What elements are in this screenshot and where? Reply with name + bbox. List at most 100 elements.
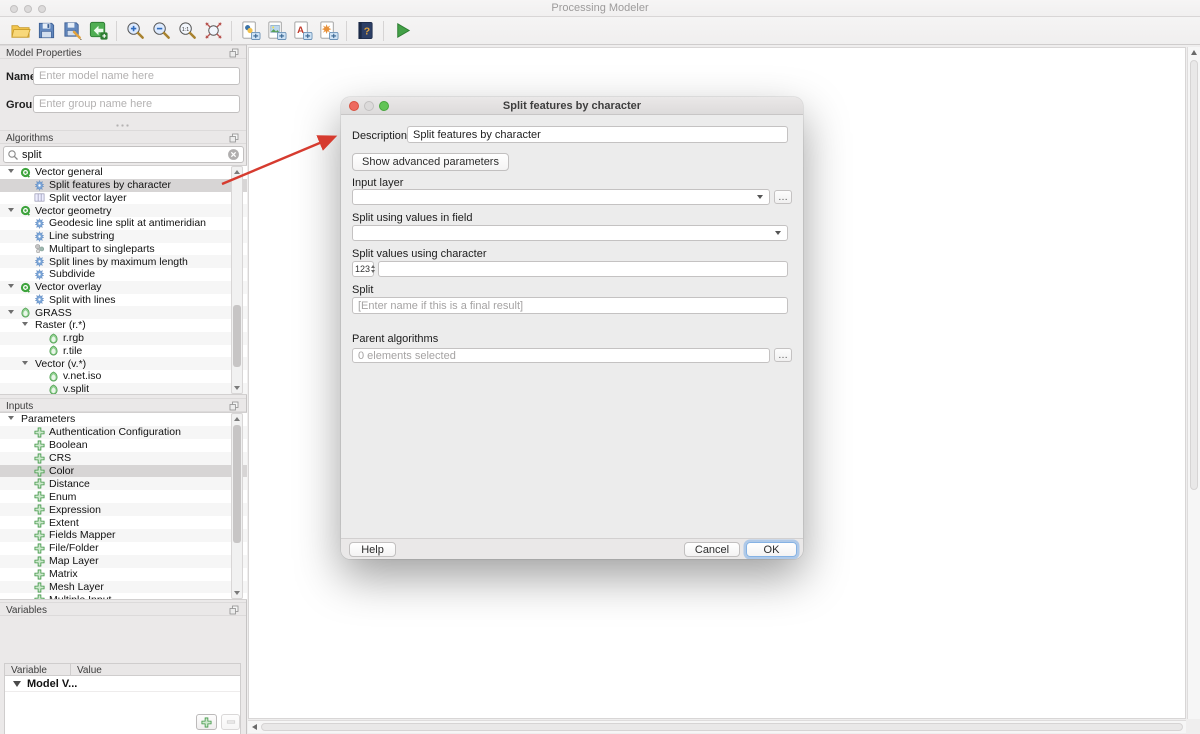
tree-item-matrix[interactable]: Matrix — [0, 568, 247, 581]
edit-model-help-button[interactable]: ? — [352, 18, 378, 44]
save-model-button[interactable] — [33, 18, 59, 44]
float-panel-icon[interactable] — [229, 401, 239, 411]
tree-item-vector-geometry[interactable]: Vector geometry — [0, 204, 247, 217]
toolbar-separator — [116, 21, 117, 41]
scrollbar-thumb[interactable] — [233, 425, 241, 543]
scroll-up-icon[interactable] — [1191, 50, 1197, 55]
algorithms-scrollbar[interactable] — [231, 166, 243, 394]
float-panel-icon[interactable] — [229, 48, 239, 58]
zoom-full-button[interactable] — [200, 18, 226, 44]
scroll-up-icon[interactable] — [232, 414, 242, 424]
canvas-horizontal-scrollbar[interactable] — [248, 720, 1186, 733]
tree-item-vector-v-[interactable]: Vector (v.*) — [0, 357, 247, 370]
tree-item-r-rgb[interactable]: r.rgb — [0, 332, 247, 345]
chevron-down-icon[interactable] — [5, 206, 18, 216]
tree-item-distance[interactable]: Distance — [0, 477, 247, 490]
tree-item-r-tile[interactable]: r.tile — [0, 345, 247, 358]
scroll-down-icon[interactable] — [232, 383, 242, 393]
algorithms-tree: Vector generalSplit features by characte… — [0, 165, 247, 395]
tree-item-v-split[interactable]: v.split — [0, 383, 247, 395]
zoom-out-button[interactable] — [148, 18, 174, 44]
tree-item-multiple-input[interactable]: Multiple Input — [0, 593, 247, 600]
input-layer-browse-button[interactable]: … — [774, 190, 792, 204]
tree-item-enum[interactable]: Enum — [0, 490, 247, 503]
chevron-down-icon[interactable] — [19, 359, 32, 369]
tree-item-fields-mapper[interactable]: Fields Mapper — [0, 529, 247, 542]
tree-item-split-lines-by-maximum-length[interactable]: Split lines by maximum length — [0, 255, 247, 268]
canvas-vertical-scrollbar[interactable] — [1187, 47, 1200, 719]
save-model-in-project-button[interactable] — [85, 18, 111, 44]
save-model-as-button[interactable] — [59, 18, 85, 44]
help-button[interactable]: Help — [349, 542, 396, 557]
search-input[interactable] — [22, 149, 227, 161]
float-panel-icon[interactable] — [229, 605, 239, 615]
export-as-svg-button[interactable] — [315, 18, 341, 44]
scroll-down-icon[interactable] — [232, 588, 242, 598]
tree-item-split-with-lines[interactable]: Split with lines — [0, 294, 247, 307]
model-name-input[interactable] — [33, 67, 240, 85]
panel-resize-handle[interactable] — [115, 124, 131, 127]
model-group-input[interactable] — [33, 95, 240, 113]
chevron-down-icon[interactable] — [13, 681, 21, 687]
split-field-combobox[interactable] — [352, 225, 788, 241]
export-as-pdf-button[interactable]: A — [289, 18, 315, 44]
inputs-scrollbar[interactable] — [231, 413, 243, 599]
float-panel-icon[interactable] — [229, 133, 239, 143]
tree-item-vector-overlay[interactable]: Vector overlay — [0, 281, 247, 294]
scrollbar-thumb[interactable] — [233, 305, 241, 367]
tree-item-geodesic-line-split-at-antimeridian[interactable]: Geodesic line split at antimeridian — [0, 217, 247, 230]
tree-item-label: Matrix — [46, 568, 78, 580]
zoom-in-button[interactable] — [122, 18, 148, 44]
open-folder-icon — [10, 20, 31, 41]
tree-item-grass[interactable]: GRASS — [0, 306, 247, 319]
export-as-image-button[interactable] — [263, 18, 289, 44]
tree-item-expression[interactable]: Expression — [0, 503, 247, 516]
split-output-input[interactable] — [352, 297, 788, 314]
run-model-button[interactable] — [389, 18, 415, 44]
model-variables-row[interactable]: Model V... — [5, 676, 240, 692]
ok-button[interactable]: OK — [746, 542, 797, 557]
show-advanced-parameters-button[interactable]: Show advanced parameters — [352, 153, 509, 171]
input-layer-combobox[interactable] — [352, 189, 770, 205]
remove-variable-button[interactable] — [221, 714, 240, 730]
zoom-actual-size-button[interactable]: 1:1 — [174, 18, 200, 44]
description-input[interactable] — [407, 126, 788, 143]
chevron-down-icon[interactable] — [19, 320, 32, 330]
tree-item-color[interactable]: Color — [0, 465, 247, 478]
scrollbar-thumb[interactable] — [261, 723, 1183, 731]
tree-item-mesh-layer[interactable]: Mesh Layer — [0, 581, 247, 594]
chevron-down-icon[interactable] — [5, 167, 18, 177]
chevron-down-icon[interactable] — [5, 282, 18, 292]
clear-search-icon[interactable] — [227, 148, 240, 161]
tree-item-v-net-iso[interactable]: v.net.iso — [0, 370, 247, 383]
tree-item-file-folder[interactable]: File/Folder — [0, 542, 247, 555]
tree-item-subdivide[interactable]: Subdivide — [0, 268, 247, 281]
split-char-input[interactable] — [378, 261, 788, 277]
tree-item-authentication-configuration[interactable]: Authentication Configuration — [0, 426, 247, 439]
add-variable-button[interactable] — [196, 714, 217, 730]
tree-item-map-layer[interactable]: Map Layer — [0, 555, 247, 568]
chevron-down-icon[interactable] — [5, 414, 18, 424]
tree-item-boolean[interactable]: Boolean — [0, 439, 247, 452]
tree-item-extent[interactable]: Extent — [0, 516, 247, 529]
tree-item-line-substring[interactable]: Line substring — [0, 230, 247, 243]
tree-item-crs[interactable]: CRS — [0, 452, 247, 465]
scrollbar-thumb[interactable] — [1190, 60, 1198, 490]
parent-algorithms-browse-button[interactable]: … — [774, 348, 792, 362]
processing-modeler-window: Processing Modeler 1:1 A ? Model Propert… — [0, 0, 1200, 734]
cancel-button[interactable]: Cancel — [684, 542, 740, 557]
scroll-left-icon[interactable] — [252, 724, 257, 730]
tree-item-multipart-to-singleparts[interactable]: Multipart to singleparts — [0, 243, 247, 256]
tree-item-vector-general[interactable]: Vector general — [0, 166, 247, 179]
tree-item-split-vector-layer[interactable]: Split vector layer — [0, 192, 247, 205]
tree-item-label: Multipart to singleparts — [46, 243, 155, 255]
open-model-button[interactable] — [7, 18, 33, 44]
tree-item-raster-r-[interactable]: Raster (r.*) — [0, 319, 247, 332]
data-type-123-button[interactable]: 123 — [352, 261, 374, 277]
tree-item-split-features-by-character[interactable]: Split features by character — [0, 179, 247, 192]
chevron-down-icon[interactable] — [5, 308, 18, 318]
parent-algorithms-input[interactable] — [352, 348, 770, 363]
tree-item-parameters[interactable]: Parameters — [0, 413, 247, 426]
scroll-up-icon[interactable] — [232, 167, 242, 177]
export-as-python-button[interactable] — [237, 18, 263, 44]
